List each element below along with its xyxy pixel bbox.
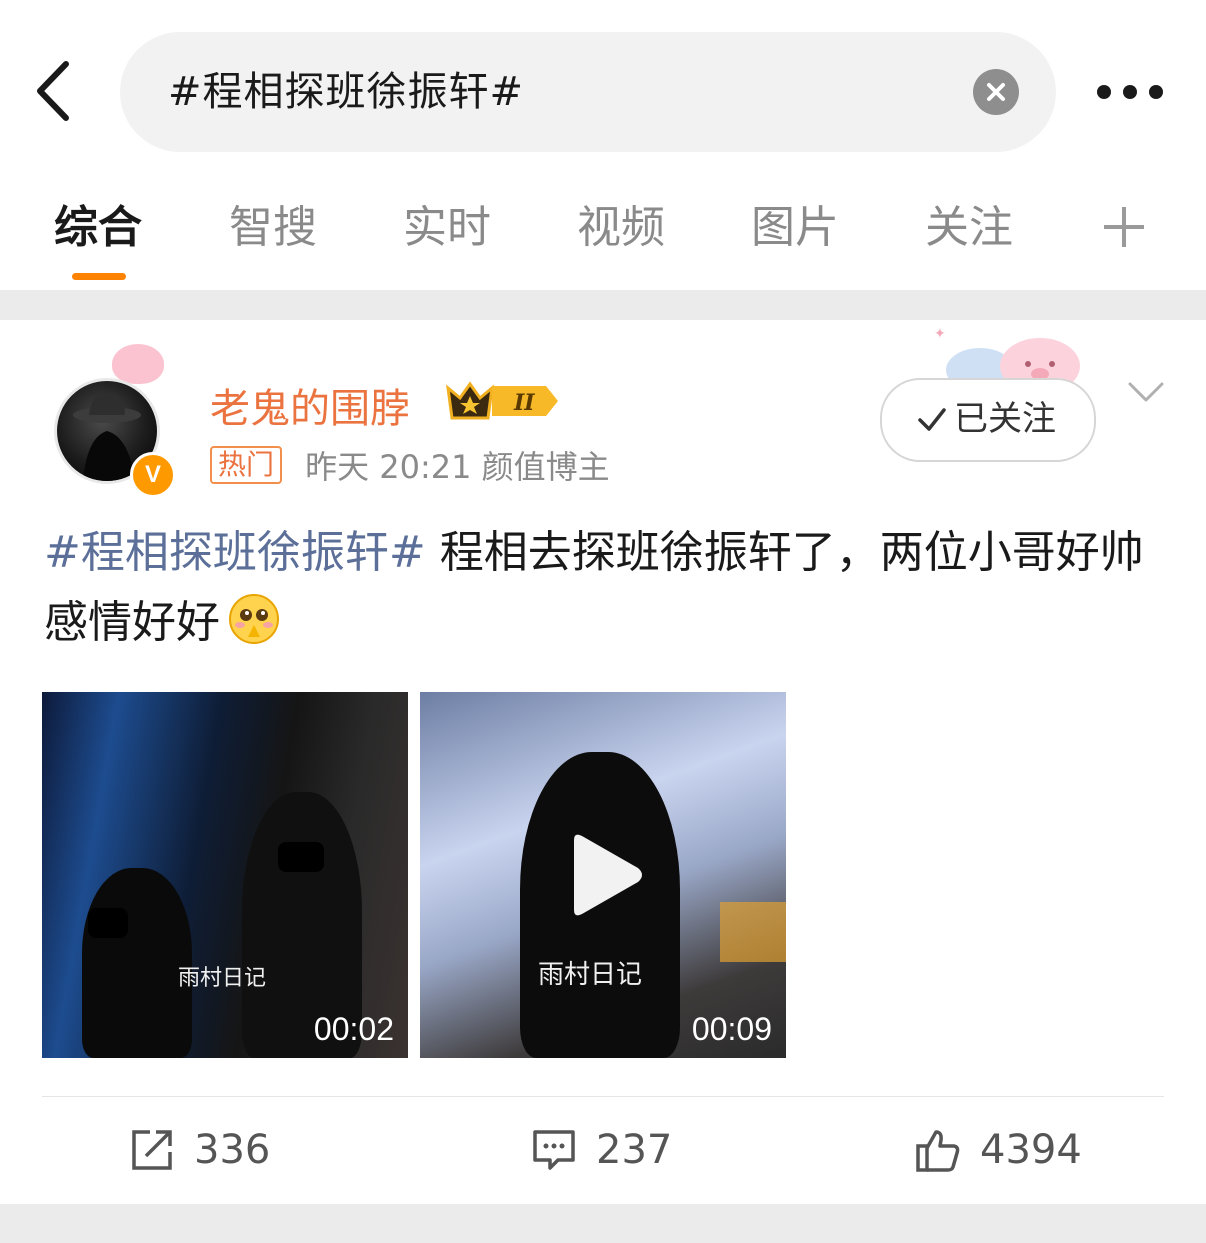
- close-icon: [987, 83, 1005, 101]
- tab-realtime[interactable]: 实时: [403, 200, 491, 256]
- comment-icon: [533, 1130, 575, 1170]
- add-tab-button[interactable]: [1102, 205, 1146, 249]
- tab-video[interactable]: 视频: [577, 200, 665, 256]
- mask-shape: [88, 908, 128, 938]
- pig-decoration-icon: [112, 344, 164, 384]
- svg-text:✦: ✦: [934, 326, 946, 342]
- post-meta: 热门 昨天 20:21 颜值博主: [210, 442, 610, 486]
- video-watermark: 雨村日记: [538, 960, 643, 990]
- follow-label: 已关注: [954, 399, 1056, 439]
- chevron-left-icon: [37, 61, 69, 121]
- verified-badge-icon: V: [130, 452, 176, 498]
- video-figure: [82, 868, 192, 1058]
- comment-count: 237: [596, 1127, 673, 1173]
- search-query-text: #程相探班徐振轩#: [168, 69, 525, 115]
- hot-tag: 热门: [210, 446, 283, 484]
- tab-images[interactable]: 图片: [751, 200, 839, 256]
- tab-comprehensive[interactable]: 综合: [54, 200, 142, 256]
- more-options-button[interactable]: [1088, 72, 1178, 112]
- play-icon: [574, 834, 642, 916]
- action-bar-divider: [42, 1096, 1164, 1097]
- mask-shape: [278, 842, 324, 872]
- section-divider: [0, 1204, 1206, 1243]
- video-watermark: 雨村日记: [178, 966, 267, 991]
- tab-smart-search[interactable]: 智搜: [229, 200, 317, 256]
- avatar[interactable]: V: [34, 340, 184, 498]
- svg-text:II: II: [513, 390, 535, 416]
- post-username[interactable]: 老鬼的围脖: [210, 376, 410, 434]
- like-count: 4394: [980, 1127, 1082, 1173]
- chevron-down-icon: [1128, 382, 1164, 402]
- background-light: [720, 902, 786, 962]
- pleading-emoji-icon: [229, 594, 279, 644]
- post-menu-button[interactable]: [1126, 378, 1166, 408]
- video-duration: 00:09: [691, 1011, 772, 1047]
- post-time-and-source: 昨天 20:21 颜值博主: [305, 448, 610, 486]
- check-icon: [918, 408, 946, 431]
- active-tab-indicator: [72, 273, 126, 280]
- more-dots-icon: [1097, 85, 1163, 99]
- video-thumbnail-1[interactable]: 雨村日记 00:02: [42, 692, 408, 1058]
- crown-badge-icon: II: [446, 381, 558, 420]
- tab-following[interactable]: 关注: [925, 200, 1013, 256]
- back-button[interactable]: [28, 58, 84, 124]
- follow-button[interactable]: 已关注: [880, 378, 1096, 462]
- plus-icon: [1104, 207, 1144, 247]
- post-body: #程相探班徐振轩# 程相去探班徐振轩了，两位小哥好帅感情好好: [44, 518, 1174, 658]
- repost-count: 336: [194, 1127, 271, 1173]
- video-duration: 00:02: [313, 1011, 394, 1047]
- post-hashtag-link[interactable]: #程相探班徐振轩#: [44, 527, 426, 578]
- search-input[interactable]: #程相探班徐振轩#: [120, 32, 1056, 152]
- section-divider: [0, 290, 1206, 320]
- search-tabs: 综合 智搜 实时 视频 图片 关注: [0, 180, 1206, 288]
- repost-icon: [132, 1130, 172, 1170]
- post-card: V 老鬼的围脖 II 热门 昨天 20:21 颜值博主 ✦ 已关注 #程相探班徐…: [0, 320, 1206, 1204]
- clear-search-button[interactable]: [973, 69, 1019, 115]
- thumbs-up-icon: [916, 1130, 960, 1172]
- video-thumbnail-2[interactable]: 雨村日记 00:09: [420, 692, 786, 1058]
